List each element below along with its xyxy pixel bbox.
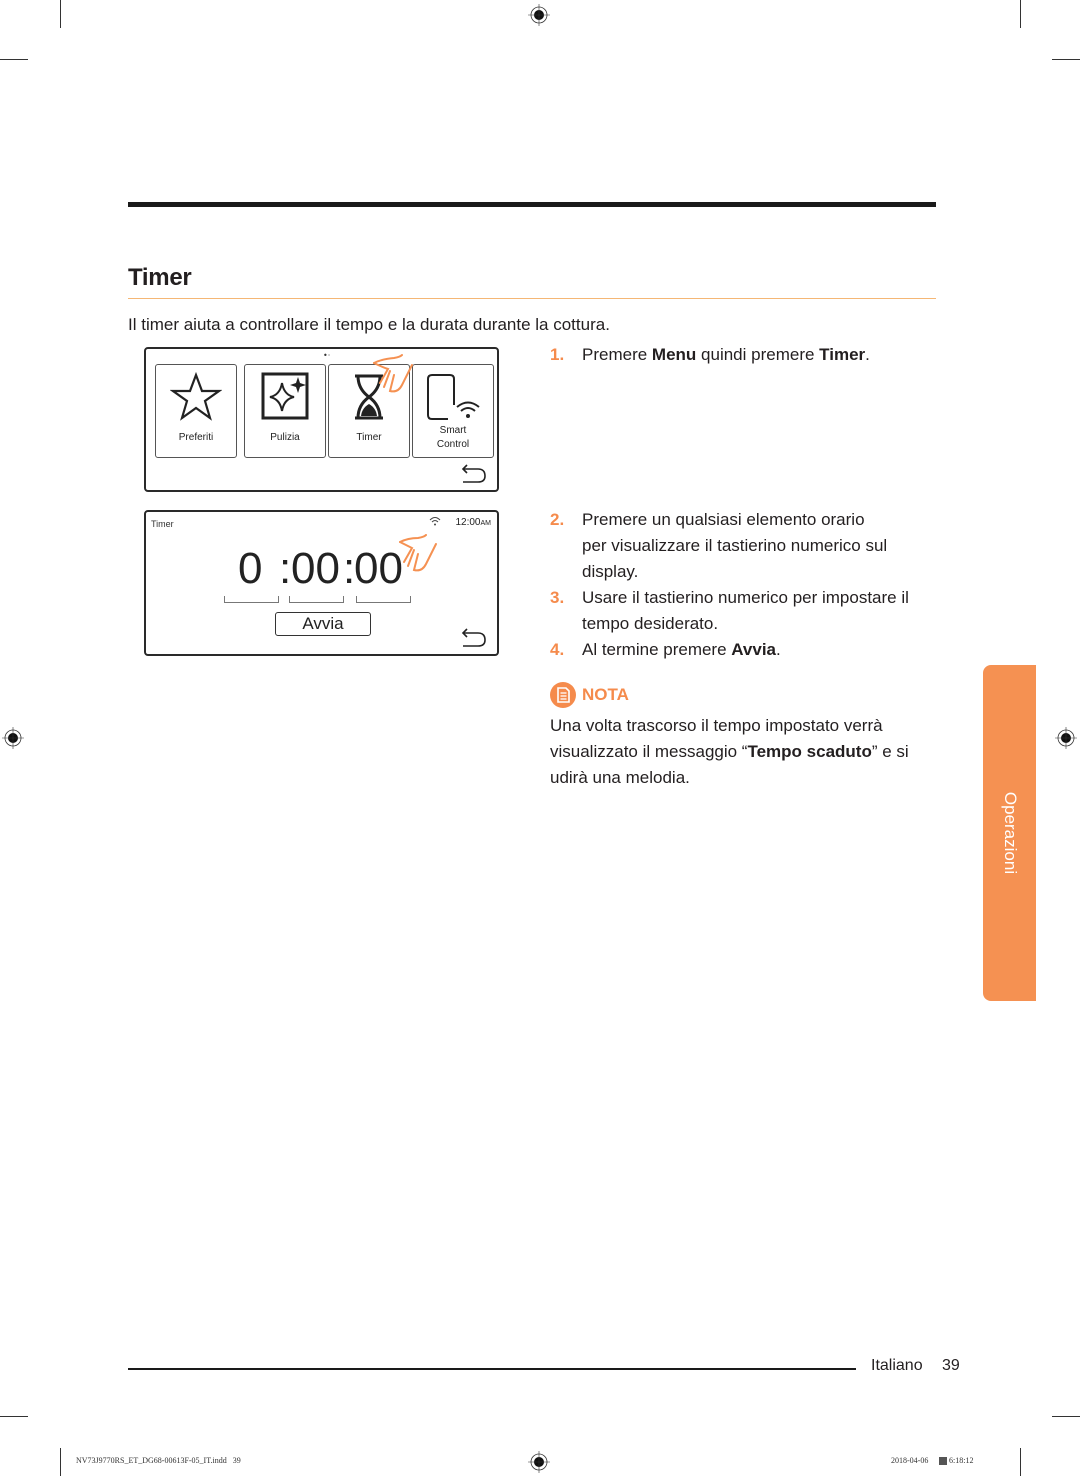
step-bold: Timer [819, 345, 866, 364]
registration-mark-icon [528, 4, 550, 26]
footer-language: Italiano [871, 1357, 923, 1374]
step-text: Premere un qualsiasi elemento orario [582, 510, 865, 529]
note-body: Una volta trascorso il tempo impostato v… [550, 713, 940, 791]
step-text: quindi premere [696, 345, 820, 364]
note-line: udirà una melodia. [550, 768, 690, 787]
oven-menu-screen: •· Preferiti Pulizia Timer Smart Control [144, 347, 499, 492]
back-icon[interactable] [461, 628, 487, 648]
step-text: per visualizzare il tastierino numerico … [582, 536, 888, 555]
crop-mark [1052, 59, 1080, 60]
note-text: visualizzato il messaggio “ [550, 742, 748, 761]
note-text: ” e si [871, 742, 909, 761]
step-text: Premere [582, 345, 652, 364]
hours-field[interactable]: 0 [238, 544, 262, 594]
tile-smart-control[interactable]: Smart Control [412, 364, 494, 458]
back-icon[interactable] [461, 464, 487, 484]
start-button[interactable]: Avvia [275, 612, 371, 636]
clock-time: 12:00 [455, 517, 481, 528]
step-4: 4. Al termine premere Avvia. [550, 637, 781, 663]
note-line: Una volta trascorso il tempo impostato v… [550, 716, 883, 735]
clock-suffix: AM [480, 520, 492, 527]
crop-mark [1052, 1416, 1080, 1417]
crop-mark [0, 59, 28, 60]
step-number: 3. [550, 588, 565, 607]
page-title: Timer [128, 264, 192, 291]
minutes-field[interactable]: 00 [291, 544, 340, 594]
crop-mark [1020, 1448, 1021, 1476]
footer-rule [128, 1368, 856, 1370]
registration-mark-icon [528, 1451, 550, 1473]
tile-pulizia[interactable]: Pulizia [244, 364, 326, 458]
step-bold: Menu [651, 345, 697, 364]
step-number: 1. [550, 345, 565, 364]
tile-label: Timer [356, 432, 382, 443]
registration-mark-icon [1055, 727, 1077, 749]
screen-title: Timer [151, 519, 174, 529]
step-bold: Avvia [731, 640, 777, 659]
tap-hand-icon [373, 354, 413, 393]
step-text: tempo desiderato. [582, 614, 719, 633]
tile-label-line1: Smart [439, 425, 467, 436]
step-3: 3. Usare il tastierino numerico per impos… [550, 585, 909, 637]
wifi-icon [429, 517, 441, 526]
page-number: 39 [942, 1357, 960, 1374]
crop-mark [60, 1448, 61, 1476]
step-text: Al termine premere [582, 640, 732, 659]
step-text: display. [582, 562, 639, 581]
hours-underline [224, 596, 279, 603]
note-heading-label: NOTA [582, 685, 629, 704]
crop-mark [60, 0, 61, 28]
note-icon [550, 682, 576, 708]
note-bold: Tempo scaduto [747, 742, 872, 761]
page-indicator: •· [323, 351, 331, 360]
slug-time: 6:18:12 [949, 1456, 974, 1465]
slug-filename: NV73J9770RS_ET_DG68-00613F-05_IT.indd 39 [76, 1456, 241, 1465]
top-rule [128, 202, 936, 207]
tile-preferiti[interactable]: Preferiti [155, 364, 237, 458]
step-text: . [865, 345, 870, 364]
tile-label-line2: Control [436, 439, 470, 450]
section-tab-label: Operazioni [1000, 791, 1020, 875]
star-icon [170, 371, 222, 421]
phone-wifi-icon [427, 374, 480, 420]
clock-readout: 12:00AM [455, 517, 491, 528]
note-line: visualizzato il messaggio “Tempo scaduto… [550, 739, 940, 765]
minutes-underline [289, 596, 344, 603]
tap-hand-icon [399, 534, 437, 572]
time-separator: : [279, 544, 292, 593]
step-number: 2. [550, 510, 565, 529]
crop-mark [1020, 0, 1021, 28]
sparkle-icon [261, 372, 309, 420]
intro-text: Il timer aiuta a controllare il tempo e … [128, 315, 610, 334]
clock-glyph-icon [939, 1457, 947, 1465]
oven-timer-screen: Timer 12:00AM 0 : 00 : 00 Avvia [144, 510, 499, 656]
step-2: 2. Premere un qualsiasi elemento orario p… [550, 507, 887, 585]
step-text: . [776, 640, 781, 659]
step-text: Usare il tastierino numerico per imposta… [582, 588, 909, 607]
section-tab: Operazioni [983, 665, 1036, 1001]
step-number: 4. [550, 640, 565, 659]
seconds-underline [356, 596, 411, 603]
note-heading: NOTA [550, 682, 629, 708]
crop-mark [0, 1416, 28, 1417]
tile-label: Preferiti [178, 432, 214, 443]
registration-mark-icon [2, 727, 24, 749]
tile-label: Pulizia [270, 432, 300, 443]
title-rule [128, 298, 936, 299]
slug-date: 2018-04-06 [891, 1456, 929, 1465]
step-1: 1. Premere Menu quindi premere Timer. [550, 342, 870, 368]
